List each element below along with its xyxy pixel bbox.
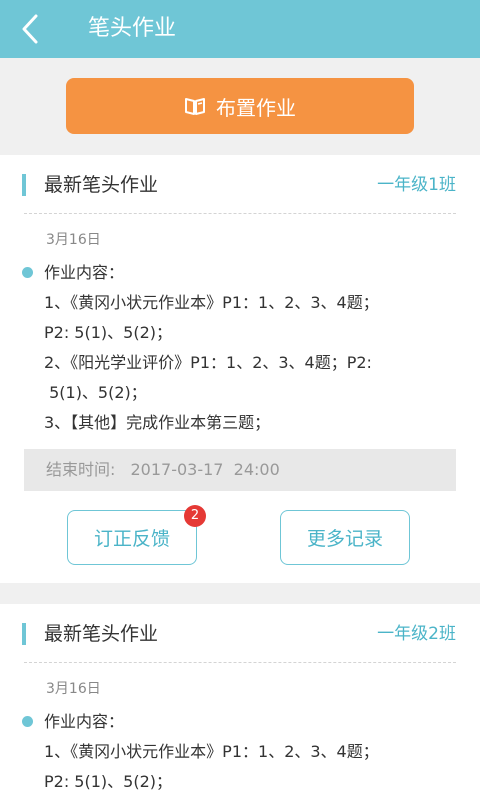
homework-date: 3月16日 [46, 681, 101, 697]
more-records-label: 更多记录 [306, 528, 383, 550]
homework-date: 3月16日 [46, 232, 101, 248]
accent-bar [22, 623, 26, 645]
card-header: 最新笔头作业 一年级2班 [0, 604, 480, 662]
accent-bar [22, 174, 26, 196]
correction-feedback-label: 订正反馈 [93, 528, 170, 550]
notification-badge: 2 [184, 505, 206, 527]
chevron-left-icon[interactable] [14, 12, 48, 46]
correction-feedback-button[interactable]: 订正反馈 2 [67, 505, 206, 565]
class-name[interactable]: 一年级1班 [377, 155, 456, 215]
assign-homework-button[interactable]: 布置作业 [66, 78, 414, 134]
bullet-dot-icon [22, 716, 33, 727]
content-line: 5(1)、5(2)； [44, 383, 147, 402]
end-time-label: 结束时间: [46, 460, 116, 479]
page-title: 笔头作业 [88, 16, 177, 41]
end-time-row: 结束时间: 2017-03-17 24:00 [24, 449, 456, 491]
book-icon [185, 98, 205, 115]
content-line: 作业内容： [44, 712, 125, 731]
top-bar: 笔头作业 [0, 0, 480, 58]
content-line: 2、《阳光学业评价》P1：1、2、3、4题；P2: [44, 353, 372, 372]
content-line: P2: 5(1)、5(2)； [44, 772, 172, 791]
homework-card: 最新笔头作业 一年级1班 3月16日 作业内容： 1、《黄冈小状元作业本》P1：… [0, 155, 480, 583]
content-line: 作业内容： [44, 263, 125, 282]
content-line: 1、《黄冈小状元作业本》P1：1、2、3、4题； [44, 293, 379, 312]
homework-card: 最新笔头作业 一年级2班 3月16日 作业内容： 1、《黄冈小状元作业本》P1：… [0, 604, 480, 800]
card-title: 最新笔头作业 [44, 623, 159, 645]
homework-content: 作业内容： 1、《黄冈小状元作业本》P1：1、2、3、4题； P2: 5(1)、… [44, 707, 464, 797]
divider [24, 662, 456, 663]
bullet-dot-icon [22, 267, 33, 278]
assign-homework-label: 布置作业 [216, 95, 296, 120]
end-time-value: 2017-03-17 24:00 [130, 460, 280, 479]
content-line: 3、【其他】完成作业本第三题； [44, 413, 271, 432]
card-header: 最新笔头作业 一年级1班 [0, 155, 480, 213]
homework-content: 作业内容： 1、《黄冈小状元作业本》P1：1、2、3、4题； P2: 5(1)、… [44, 258, 464, 438]
more-records-button[interactable]: 更多记录 [280, 510, 410, 565]
divider [24, 213, 456, 214]
content-line: P2: 5(1)、5(2)； [44, 323, 172, 342]
content-line: 1、《黄冈小状元作业本》P1：1、2、3、4题； [44, 742, 379, 761]
card-title: 最新笔头作业 [44, 174, 159, 196]
class-name[interactable]: 一年级2班 [377, 604, 456, 664]
